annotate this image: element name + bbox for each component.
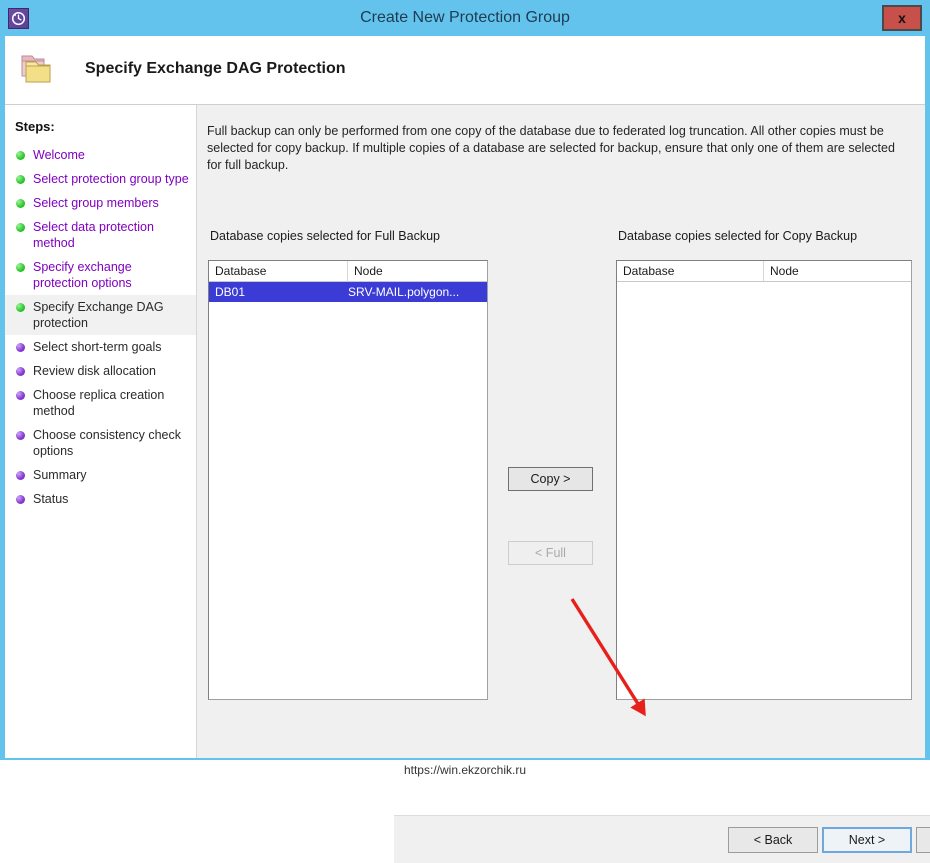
column-header-database[interactable]: Database: [617, 261, 764, 281]
column-header-database[interactable]: Database: [209, 261, 348, 281]
sidebar-item-select-group-members[interactable]: Select group members: [5, 191, 196, 215]
step-bullet-icon: [16, 175, 25, 184]
table-header-row: Database Node: [617, 261, 911, 282]
sidebar-item-label: Specify exchange protection options: [33, 260, 132, 290]
cell-database: DB01: [215, 285, 246, 299]
dialog-window: Create New Protection Group x Specify Ex…: [0, 0, 930, 863]
watermark: https://win.ekzorchik.ru: [0, 760, 930, 781]
close-icon[interactable]: x: [882, 5, 922, 31]
main-content: Full backup can only be performed from o…: [197, 105, 930, 863]
sidebar-item-label: Select short-term goals: [33, 340, 162, 354]
full-transfer-button: < Full: [508, 541, 593, 565]
step-bullet-icon: [16, 303, 25, 312]
full-backup-listbox[interactable]: Database Node DB01 SRV-MAIL.polygon...: [208, 260, 488, 700]
step-bullet-icon: [16, 223, 25, 232]
dialog-footer: < Back Next > Cancel Help: [394, 815, 930, 863]
title-bar: Create New Protection Group x: [0, 2, 930, 34]
steps-sidebar: Steps: Welcome Select protection group t…: [5, 105, 197, 758]
copy-backup-label: Database copies selected for Copy Backup: [618, 229, 858, 243]
page-header: Specify Exchange DAG Protection: [5, 36, 925, 105]
window-title: Create New Protection Group: [360, 9, 570, 26]
copy-transfer-button[interactable]: Copy >: [508, 467, 593, 491]
next-button[interactable]: Next >: [822, 827, 912, 853]
full-backup-label: Database copies selected for Full Backup: [210, 229, 440, 243]
sidebar-item-review-disk-allocation[interactable]: Review disk allocation: [5, 359, 196, 383]
sidebar-item-status[interactable]: Status: [5, 487, 196, 511]
sidebar-item-select-short-term-goals[interactable]: Select short-term goals: [5, 335, 196, 359]
sidebar-item-label: Welcome: [33, 148, 85, 162]
step-bullet-icon: [16, 495, 25, 504]
sidebar-item-select-protection-group-type[interactable]: Select protection group type: [5, 167, 196, 191]
intro-description: Full backup can only be performed from o…: [207, 124, 895, 172]
step-bullet-icon: [16, 391, 25, 400]
table-row[interactable]: DB01 SRV-MAIL.polygon...: [209, 282, 487, 302]
step-bullet-icon: [16, 151, 25, 160]
sidebar-item-label: Choose replica creation method: [33, 388, 165, 418]
step-bullet-icon: [16, 263, 25, 272]
sidebar-item-specify-exchange-protection-options[interactable]: Specify exchange protection options: [5, 255, 196, 295]
cell-node: SRV-MAIL.polygon...: [348, 285, 460, 299]
sidebar-item-label: Status: [33, 492, 69, 506]
sidebar-item-choose-consistency-check-options[interactable]: Choose consistency check options: [5, 423, 196, 463]
sidebar-item-label: Select data protection method: [33, 220, 154, 250]
sidebar-item-welcome[interactable]: Welcome: [5, 143, 196, 167]
folder-icon: [18, 52, 56, 88]
step-bullet-icon: [16, 199, 25, 208]
sidebar-item-label: Review disk allocation: [33, 364, 156, 378]
step-bullet-icon: [16, 367, 25, 376]
page-title: Specify Exchange DAG Protection: [85, 60, 346, 77]
copy-backup-listbox[interactable]: Database Node: [616, 260, 912, 700]
back-button[interactable]: < Back: [728, 827, 818, 853]
table-header-row: Database Node: [209, 261, 487, 282]
step-bullet-icon: [16, 471, 25, 480]
sidebar-item-label: Select protection group type: [33, 172, 189, 186]
cancel-button[interactable]: Cancel: [916, 827, 930, 853]
sidebar-item-label: Summary: [33, 468, 87, 482]
sidebar-item-label: Select group members: [33, 196, 159, 210]
sidebar-item-choose-replica-creation-method[interactable]: Choose replica creation method: [5, 383, 196, 423]
steps-heading: Steps:: [15, 119, 55, 134]
sidebar-item-summary[interactable]: Summary: [5, 463, 196, 487]
sidebar-item-label: Choose consistency check options: [33, 428, 181, 458]
steps-list: Welcome Select protection group type Sel…: [5, 143, 196, 511]
column-header-node[interactable]: Node: [764, 261, 911, 281]
sidebar-item-specify-exchange-dag-protection[interactable]: Specify Exchange DAG protection: [5, 295, 196, 335]
sidebar-item-select-data-protection-method[interactable]: Select data protection method: [5, 215, 196, 255]
column-header-node[interactable]: Node: [348, 261, 487, 281]
step-bullet-icon: [16, 343, 25, 352]
step-bullet-icon: [16, 431, 25, 440]
sidebar-item-label: Specify Exchange DAG protection: [33, 300, 164, 330]
